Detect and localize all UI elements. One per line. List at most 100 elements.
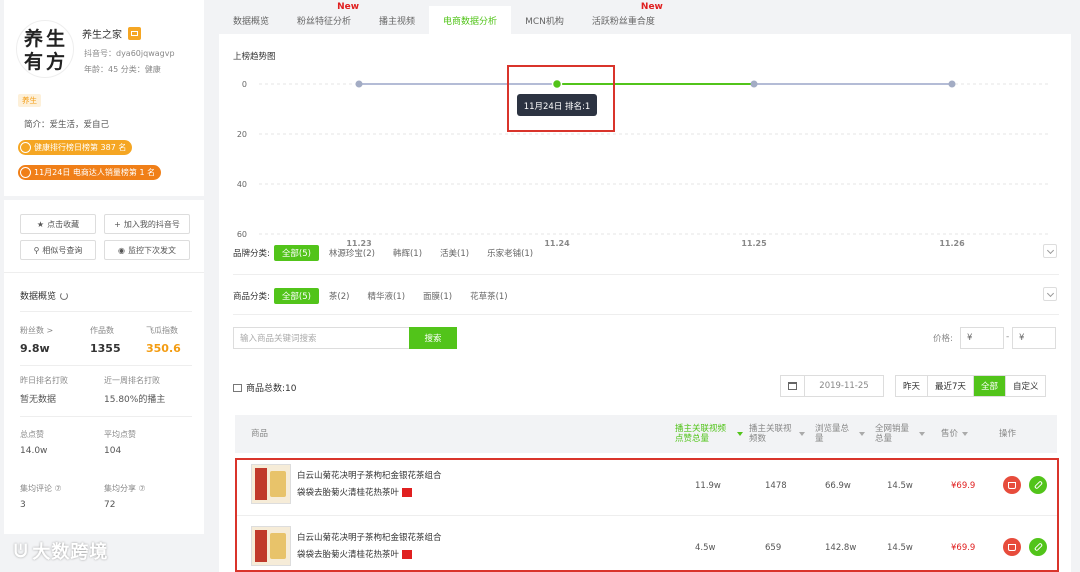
range-custom-button[interactable]: 自定义 bbox=[1006, 376, 1046, 396]
col-ops: 操作 bbox=[999, 428, 1017, 439]
douyin-id: 抖音号：dya60jqwagvp bbox=[84, 49, 175, 58]
category-option[interactable]: 花草茶(1) bbox=[462, 288, 516, 304]
divider bbox=[20, 311, 192, 312]
divider bbox=[20, 365, 192, 366]
stat-avg-comments: 集均评论 ⑦3 bbox=[20, 484, 62, 510]
avatar: 养生有方 bbox=[16, 20, 74, 78]
sort-icon bbox=[962, 432, 969, 436]
avatar-character: 生 bbox=[46, 27, 65, 50]
range-all-button[interactable]: 全部 bbox=[973, 376, 1006, 396]
ecommerce-panel: 上榜趋势图 0 20 40 60 11.23 11.24 11.25 11.26 11月24日 … bbox=[219, 34, 1071, 572]
calendar-icon bbox=[781, 376, 805, 396]
tab-bar: 数据概览 粉丝特征分析 New 播主视频 电商数据分析 MCN机构 活跃粉丝重合度… bbox=[219, 2, 669, 34]
chart-title: 上榜趋势图 bbox=[233, 52, 276, 62]
rank-badge-daily[interactable]: 健康排行榜日榜第 387 名 bbox=[18, 140, 133, 155]
brand-option[interactable]: 韩辉(1) bbox=[385, 245, 430, 261]
range-buttons: 昨天 最近7天 全部 自定义 bbox=[895, 375, 1047, 397]
range-yesterday-button[interactable]: 昨天 bbox=[896, 376, 929, 396]
profile-intro: 简介：爱生活，爱自己 bbox=[24, 120, 110, 130]
sort-icon bbox=[799, 432, 805, 436]
price-min-input[interactable]: ¥ bbox=[960, 327, 1004, 349]
brand-option[interactable]: 林源珍宝(2) bbox=[321, 245, 383, 261]
tab-videos[interactable]: 播主视频 bbox=[365, 6, 429, 34]
search-button[interactable]: 搜索 bbox=[409, 327, 457, 349]
rank-trend-chart: 020406011.23 11.24 11.25 11.2611月24日 排名:1 bbox=[237, 78, 1049, 248]
price-max-input[interactable]: ¥ bbox=[1012, 327, 1056, 349]
col-sales[interactable]: 全网销量总量 bbox=[875, 415, 925, 453]
plus-icon: + bbox=[114, 219, 121, 229]
profile-card: 养生有方 养生之家 抖音号：dya60jqwagvp 年龄：45 分类：健康 养… bbox=[4, 0, 204, 196]
category-option[interactable]: 面膜(1) bbox=[415, 288, 460, 304]
brand-expand-button[interactable] bbox=[1043, 244, 1057, 258]
data-point bbox=[948, 80, 956, 88]
col-video-count[interactable]: 播主关联视频数 bbox=[749, 415, 805, 453]
price-label: 价格: bbox=[933, 334, 953, 344]
new-badge: New bbox=[640, 2, 663, 12]
y-tick-label: 40 bbox=[237, 180, 247, 189]
category-option[interactable]: 茶(2) bbox=[321, 288, 358, 304]
stat-week-rank: 近一周排名打败 15.80%的播主 bbox=[104, 376, 166, 405]
x-tick-label: 11.24 bbox=[544, 239, 570, 248]
cart-icon bbox=[20, 167, 31, 178]
highlight-box-tooltip bbox=[507, 65, 615, 132]
data-point bbox=[355, 80, 363, 88]
category-expand-button[interactable] bbox=[1043, 287, 1057, 301]
category-option[interactable]: 精华液(1) bbox=[359, 288, 413, 304]
date-picker[interactable]: 2019-11-25 bbox=[780, 375, 884, 397]
tab-fan-overlap[interactable]: 活跃粉丝重合度 New bbox=[578, 2, 669, 34]
x-tick-label: 11.26 bbox=[939, 239, 965, 248]
category-option[interactable]: 全部(5) bbox=[273, 288, 319, 304]
divider bbox=[233, 274, 1059, 275]
refresh-icon[interactable] bbox=[60, 291, 69, 300]
tab-mcn[interactable]: MCN机构 bbox=[511, 6, 578, 34]
col-product: 商品 bbox=[251, 428, 269, 439]
stats-title: 数据概览 bbox=[20, 289, 69, 302]
table-header: 商品 播主关联视频点赞总量 播主关联视频数 浏览量总量 全网销量总量 售价 操作 bbox=[235, 415, 1057, 453]
y-tick-label: 20 bbox=[237, 130, 247, 139]
y-tick-label: 60 bbox=[237, 230, 247, 239]
action-buttons: ★ 点击收藏 + 加入我的抖音号 ⚲ 相似号查询 ◉ 监控下次发文 bbox=[4, 200, 204, 272]
main-content: 数据概览 粉丝特征分析 New 播主视频 电商数据分析 MCN机构 活跃粉丝重合度… bbox=[219, 0, 1080, 572]
brand-option[interactable]: 乐家老铺(1) bbox=[479, 245, 541, 261]
stat-index: 飞瓜指数 350.6 bbox=[146, 326, 181, 355]
product-search-input[interactable]: 输入商品关键词搜索 bbox=[233, 327, 409, 349]
avatar-calligraphy: 养生有方 bbox=[23, 27, 65, 73]
stat-total-likes: 总点赞 14.0w bbox=[20, 430, 48, 456]
list-icon bbox=[233, 383, 242, 392]
star-icon: ★ bbox=[36, 219, 45, 229]
sort-icon bbox=[737, 432, 743, 436]
tab-overview[interactable]: 数据概览 bbox=[219, 6, 283, 34]
stat-avg-shares: 集均分享 ⑦ 72 bbox=[104, 484, 146, 510]
monitor-icon: ◉ bbox=[118, 245, 125, 255]
product-count: 商品总数:10 bbox=[233, 381, 297, 394]
stat-works: 作品数 1355 bbox=[90, 326, 121, 355]
divider bbox=[233, 314, 1059, 315]
rank-badge-ecommerce[interactable]: 11月24日 电商达人销量榜第 1 名 bbox=[18, 165, 162, 180]
sort-icon bbox=[919, 432, 925, 436]
stat-yesterday-rank: 昨日排名打败 暂无数据 bbox=[20, 376, 68, 405]
divider bbox=[20, 416, 192, 417]
range-7days-button[interactable]: 最近7天 bbox=[928, 376, 974, 396]
add-my-account-button[interactable]: + 加入我的抖音号 bbox=[104, 214, 190, 234]
data-point bbox=[750, 80, 758, 88]
verified-badge-icon bbox=[128, 27, 141, 40]
search-icon: ⚲ bbox=[33, 245, 40, 255]
sidebar: 养生有方 养生之家 抖音号：dya60jqwagvp 年龄：45 分类：健康 养… bbox=[4, 0, 204, 572]
monitor-button[interactable]: ◉ 监控下次发文 bbox=[104, 240, 190, 260]
tab-fans-analysis[interactable]: 粉丝特征分析 New bbox=[283, 2, 365, 34]
age-category: 年龄：45 分类：健康 bbox=[84, 65, 161, 74]
col-price[interactable]: 售价 bbox=[941, 415, 969, 453]
stat-fans[interactable]: 粉丝数 >9.8w bbox=[20, 325, 53, 355]
brand-option[interactable]: 活美(1) bbox=[432, 245, 477, 261]
price-dash: - bbox=[1006, 332, 1010, 342]
col-browse[interactable]: 浏览量总量 bbox=[815, 415, 865, 453]
category-filter: 商品分类: 全部(5) 茶(2) 精华液(1) 面膜(1) 花草茶(1) bbox=[233, 288, 518, 304]
brand-option[interactable]: 全部(5) bbox=[273, 245, 319, 261]
avatar-character: 养 bbox=[23, 27, 43, 50]
crown-icon bbox=[20, 142, 31, 153]
watermark-logo-icon: ᕫ bbox=[14, 540, 29, 562]
favorite-button[interactable]: ★ 点击收藏 bbox=[20, 214, 96, 234]
col-video-likes[interactable]: 播主关联视频点赞总量 bbox=[675, 415, 743, 453]
similar-search-button[interactable]: ⚲ 相似号查询 bbox=[20, 240, 96, 260]
tab-ecommerce[interactable]: 电商数据分析 bbox=[429, 6, 512, 34]
